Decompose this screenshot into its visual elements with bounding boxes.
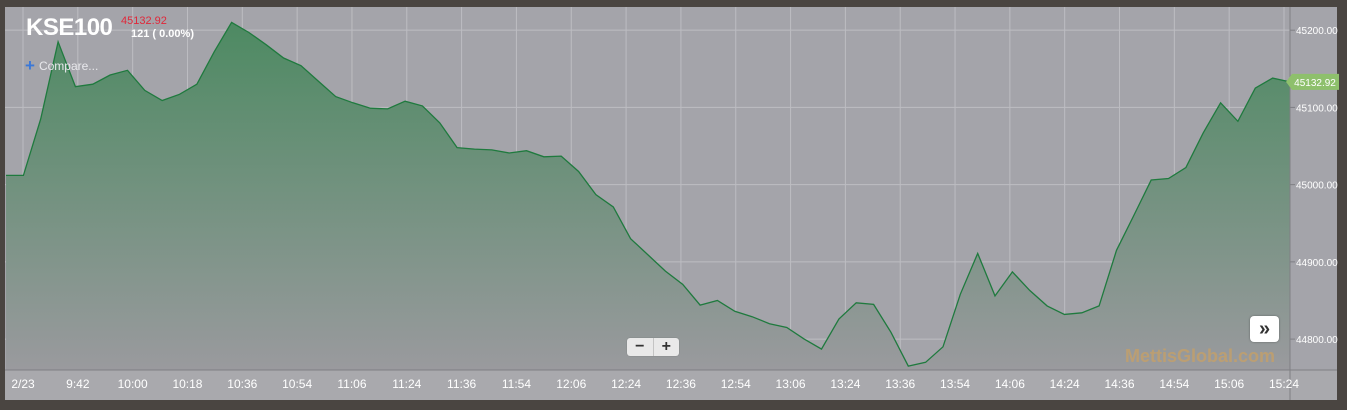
zoom-in-button[interactable]: + (654, 338, 680, 356)
x-tick-label: 14:06 (995, 377, 1025, 391)
x-tick-label: 10:18 (172, 377, 202, 391)
y-tick-label: 44900.00 (1296, 258, 1338, 269)
x-tick-label: 10:54 (282, 377, 312, 391)
x-tick-label: 15:06 (1214, 377, 1244, 391)
x-tick-label: 11:54 (502, 377, 531, 391)
x-tick-label: 11:36 (447, 377, 476, 391)
x-tick-label: 12:36 (666, 377, 696, 391)
compare-button[interactable]: + Compare... (25, 56, 99, 75)
x-tick-label: 14:24 (1050, 377, 1080, 391)
symbol-title: KSE100 (26, 14, 113, 41)
x-tick-label: 10:36 (227, 377, 257, 391)
y-tick-label: 45000.00 (1296, 181, 1338, 192)
y-tick-label: 45200.00 (1296, 26, 1338, 37)
zoom-out-button[interactable]: − (627, 338, 654, 356)
y-tick-label: 45100.00 (1296, 103, 1338, 114)
zoom-control: − + (627, 338, 679, 356)
last-price: 45132.92 (121, 15, 167, 27)
price-change: 121 ( 0.00%) (131, 28, 194, 40)
x-tick-label: 11:24 (392, 377, 421, 391)
watermark: MettisGlobal.com (1125, 346, 1276, 366)
last-price-tag: 45132.92 (1286, 73, 1339, 90)
x-tick-label: 14:54 (1159, 377, 1189, 391)
x-tick-label: 12:24 (611, 377, 641, 391)
plus-icon: + (25, 56, 35, 75)
x-tick-label: 13:24 (830, 377, 860, 391)
x-tick-label: 12:54 (721, 377, 751, 391)
scroll-to-end-button[interactable]: » (1250, 316, 1279, 342)
x-tick-label: 13:54 (940, 377, 970, 391)
x-tick-label: 13:06 (776, 377, 806, 391)
double-chevron-right-icon: » (1258, 317, 1271, 340)
x-tick-label: 9:42 (66, 377, 90, 391)
compare-label: Compare... (38, 59, 99, 73)
x-tick-label: 13:36 (885, 377, 915, 391)
x-tick-label: 2/23 (11, 377, 35, 391)
x-tick-label: 12:06 (556, 377, 586, 391)
last-price-tag-label: 45132.92 (1294, 78, 1336, 89)
chart-widget: 44800.00 44900.00 45000.00 45100.00 45200.00… (0, 0, 1347, 405)
x-tick-label: 14:36 (1105, 377, 1135, 391)
x-tick-label: 10:00 (118, 377, 148, 391)
y-tick-label: 44800.00 (1296, 335, 1338, 346)
x-tick-label: 15:24 (1269, 377, 1299, 391)
x-tick-label: 11:06 (337, 377, 366, 391)
